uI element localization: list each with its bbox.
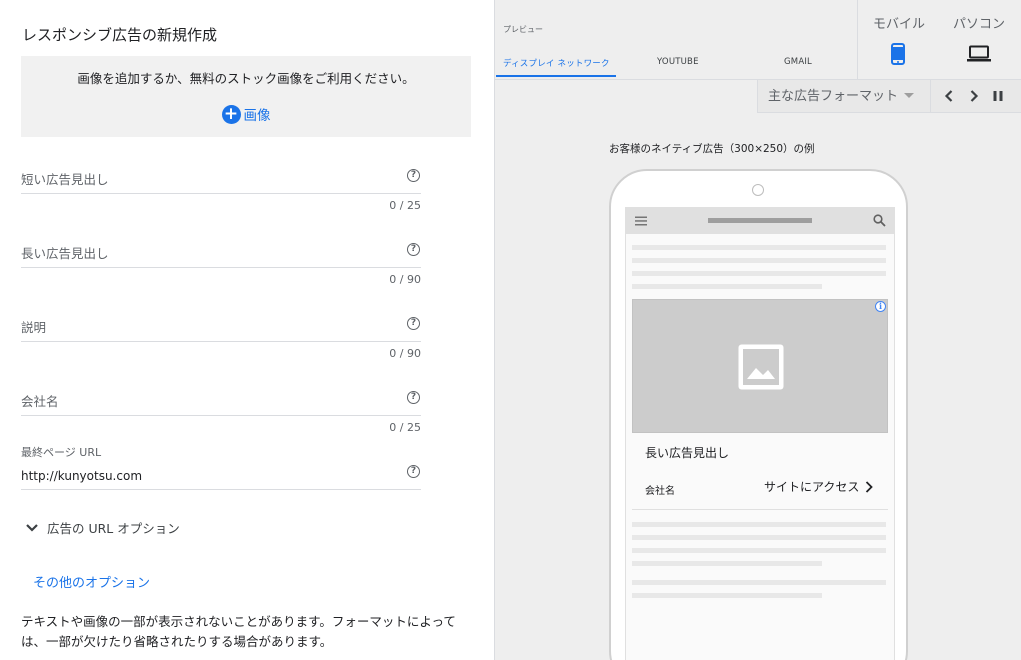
placeholder-line	[632, 561, 822, 566]
help-icon[interactable]: ?	[407, 391, 420, 404]
add-image-button[interactable]: + 画像	[21, 104, 471, 124]
company-name-field[interactable]: 会社名 ?	[21, 391, 421, 416]
chevron-right-icon[interactable]	[967, 89, 981, 103]
ad-image-placeholder: i	[632, 299, 888, 433]
ad-cta-label: サイトにアクセス	[764, 480, 860, 494]
chevron-right-icon	[866, 480, 874, 493]
tab-display-network[interactable]: ディスプレイ ネットワーク	[503, 57, 610, 69]
placeholder-line	[632, 245, 886, 250]
help-icon[interactable]: ?	[407, 243, 420, 256]
preview-panel: プレビュー ディスプレイ ネットワーク YOUTUBE GMAIL モバイル パ…	[494, 0, 1021, 660]
active-tab-indicator	[496, 75, 616, 77]
help-icon[interactable]: ?	[407, 317, 420, 330]
ad-preview-headline: 長い広告見出し	[645, 446, 730, 460]
ad-preview-company: 会社名	[645, 486, 675, 497]
phone-screen: i 長い広告見出し 会社名 サイトにアクセス	[625, 207, 895, 660]
placeholder-line	[632, 522, 886, 527]
description-label: 説明	[21, 320, 47, 335]
ad-editor-panel: レスポンシブ広告の新規作成 画像を追加するか、無料のストック画像をご利用ください…	[0, 0, 494, 660]
company-name-counter: 0 / 25	[389, 421, 421, 434]
short-headline-label: 短い広告見出し	[21, 172, 109, 187]
url-options-toggle[interactable]: 広告の URL オプション	[25, 518, 180, 537]
chevron-left-icon[interactable]	[942, 89, 956, 103]
long-headline-counter: 0 / 90	[389, 273, 421, 286]
ad-format-select-value: 主な広告フォーマット	[768, 89, 899, 104]
placeholder-line	[632, 580, 886, 585]
description-counter: 0 / 90	[389, 347, 421, 360]
phone-frame: i 長い広告見出し 会社名 サイトにアクセス	[609, 169, 908, 660]
toolbar-divider	[930, 80, 931, 113]
smartphone-icon[interactable]	[891, 43, 905, 65]
pause-icon[interactable]	[991, 89, 1005, 103]
preview-label: プレビュー	[503, 25, 543, 34]
device-mobile-label[interactable]: モバイル	[873, 13, 925, 32]
preview-tabs-bar: プレビュー ディスプレイ ネットワーク YOUTUBE GMAIL モバイル パ…	[495, 0, 1021, 80]
final-url-field[interactable]: http://kunyotsu.com ?	[21, 465, 421, 490]
placeholder-line	[632, 271, 886, 276]
company-name-label: 会社名	[21, 394, 59, 409]
description-field[interactable]: 説明 ?	[21, 317, 421, 342]
image-upload-prompt: 画像を追加するか、無料のストック画像をご利用ください。	[77, 71, 415, 86]
placeholder-line	[632, 535, 886, 540]
short-headline-field[interactable]: 短い広告見出し ?	[21, 169, 421, 194]
add-image-label: 画像	[243, 108, 271, 124]
add-circle-icon: +	[221, 104, 241, 124]
mock-url-bar	[708, 218, 812, 223]
menu-icon	[635, 216, 647, 226]
placeholder-line	[632, 284, 822, 289]
search-icon	[873, 214, 886, 227]
ad-divider	[632, 509, 888, 510]
laptop-icon[interactable]	[966, 45, 992, 63]
ad-cta-button[interactable]: サイトにアクセス	[764, 478, 874, 495]
tab-youtube[interactable]: YOUTUBE	[657, 57, 699, 67]
ad-format-select[interactable]: 主な広告フォーマット	[768, 85, 915, 104]
tab-gmail[interactable]: GMAIL	[784, 57, 812, 67]
placeholder-line	[632, 593, 822, 598]
short-headline-counter: 0 / 25	[389, 199, 421, 212]
url-options-label: 広告の URL オプション	[47, 521, 180, 536]
chevron-down-icon	[26, 523, 38, 532]
page-title: レスポンシブ広告の新規作成	[22, 26, 218, 44]
help-icon[interactable]: ?	[407, 465, 420, 478]
long-headline-label: 長い広告見出し	[21, 246, 109, 261]
mock-app-bar	[626, 207, 894, 234]
long-headline-field[interactable]: 長い広告見出し ?	[21, 243, 421, 268]
help-icon[interactable]: ?	[407, 169, 420, 182]
other-options-link[interactable]: その他のオプション	[33, 572, 150, 591]
preview-toolbar: 主な広告フォーマット	[757, 80, 1021, 113]
phone-camera	[752, 184, 764, 196]
image-upload-area: 画像を追加するか、無料のストック画像をご利用ください。 + 画像	[21, 56, 471, 137]
placeholder-line	[632, 258, 886, 263]
final-url-value: http://kunyotsu.com	[21, 469, 143, 483]
final-url-label: 最終ページ URL	[21, 446, 102, 459]
format-notice: テキストや画像の一部が表示されないことがあります。フォーマットによっては、一部が…	[21, 614, 456, 649]
device-switcher: モバイル パソコン	[857, 0, 1021, 80]
placeholder-line	[632, 548, 886, 553]
device-desktop-label[interactable]: パソコン	[953, 13, 1005, 32]
image-placeholder-icon	[738, 344, 784, 390]
preview-example-caption: お客様のネイティブ広告（300×250）の例	[609, 143, 815, 155]
ad-choices-icon[interactable]: i	[875, 301, 886, 312]
dropdown-caret-icon	[904, 93, 915, 98]
